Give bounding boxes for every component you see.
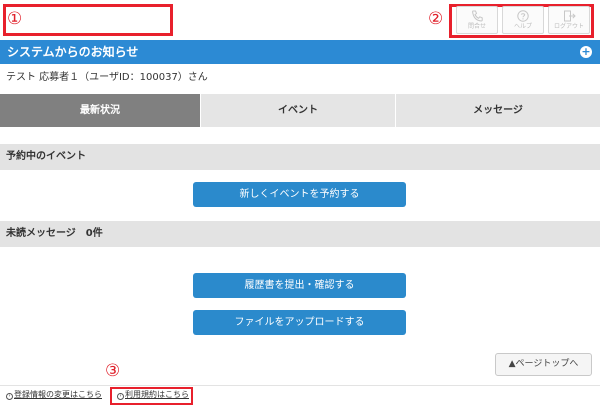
expand-plus-icon[interactable]: + [580, 46, 592, 58]
unread-messages-section: 未読メッセージ 0件 [0, 221, 600, 247]
upload-file-button[interactable]: ファイルをアップロードする [193, 310, 406, 335]
logout-label: ログアウト [553, 23, 584, 30]
annotation-marker-2: ② [428, 9, 444, 29]
phone-icon [472, 10, 483, 22]
user-greeting: テスト 応募者１（ユーザID：100037）さん [6, 72, 208, 83]
tab-events[interactable]: イベント [201, 94, 396, 127]
chevron-circle-icon: › [6, 393, 13, 400]
help-icon [517, 10, 529, 22]
contact-label: 問合せ [467, 23, 486, 30]
reserved-events-title: 予約中のイベント [6, 151, 86, 162]
change-registration-label: 登録情報の変更はこちら [14, 390, 102, 399]
main-tabs: 最新状況 イベント メッセージ [0, 94, 600, 127]
reserved-events-section: 予約中のイベント [0, 144, 600, 170]
notice-bar[interactable]: システムからのお知らせ + [0, 40, 600, 64]
logout-button[interactable]: ログアウト [548, 6, 590, 34]
chevron-circle-icon: › [117, 393, 124, 400]
help-button[interactable]: ヘルプ [502, 6, 544, 34]
tab-latest-status[interactable]: 最新状況 [0, 94, 201, 127]
contact-button[interactable]: 問合せ [456, 6, 498, 34]
page-top-button[interactable]: ▲ページトップへ [495, 353, 592, 376]
reserve-event-button[interactable]: 新しくイベントを予約する [193, 182, 406, 207]
terms-of-use-label: 利用規約はこちら [125, 390, 189, 399]
logout-icon [564, 10, 576, 22]
footer-divider [0, 385, 600, 386]
header: ① ② 問合せ ヘルプ ログアウト [0, 0, 600, 38]
annotation-marker-3: ③ [105, 361, 121, 381]
tab-messages[interactable]: メッセージ [396, 94, 600, 127]
terms-of-use-link[interactable]: › 利用規約はこちら [117, 390, 189, 400]
unread-messages-title: 未読メッセージ 0件 [6, 228, 103, 239]
notice-title: システムからのお知らせ [7, 45, 139, 59]
help-label: ヘルプ [513, 23, 532, 30]
logo-area-highlight [3, 4, 173, 36]
change-registration-link[interactable]: › 登録情報の変更はこちら [6, 390, 102, 400]
submit-resume-button[interactable]: 履歴書を提出・確認する [193, 273, 406, 298]
